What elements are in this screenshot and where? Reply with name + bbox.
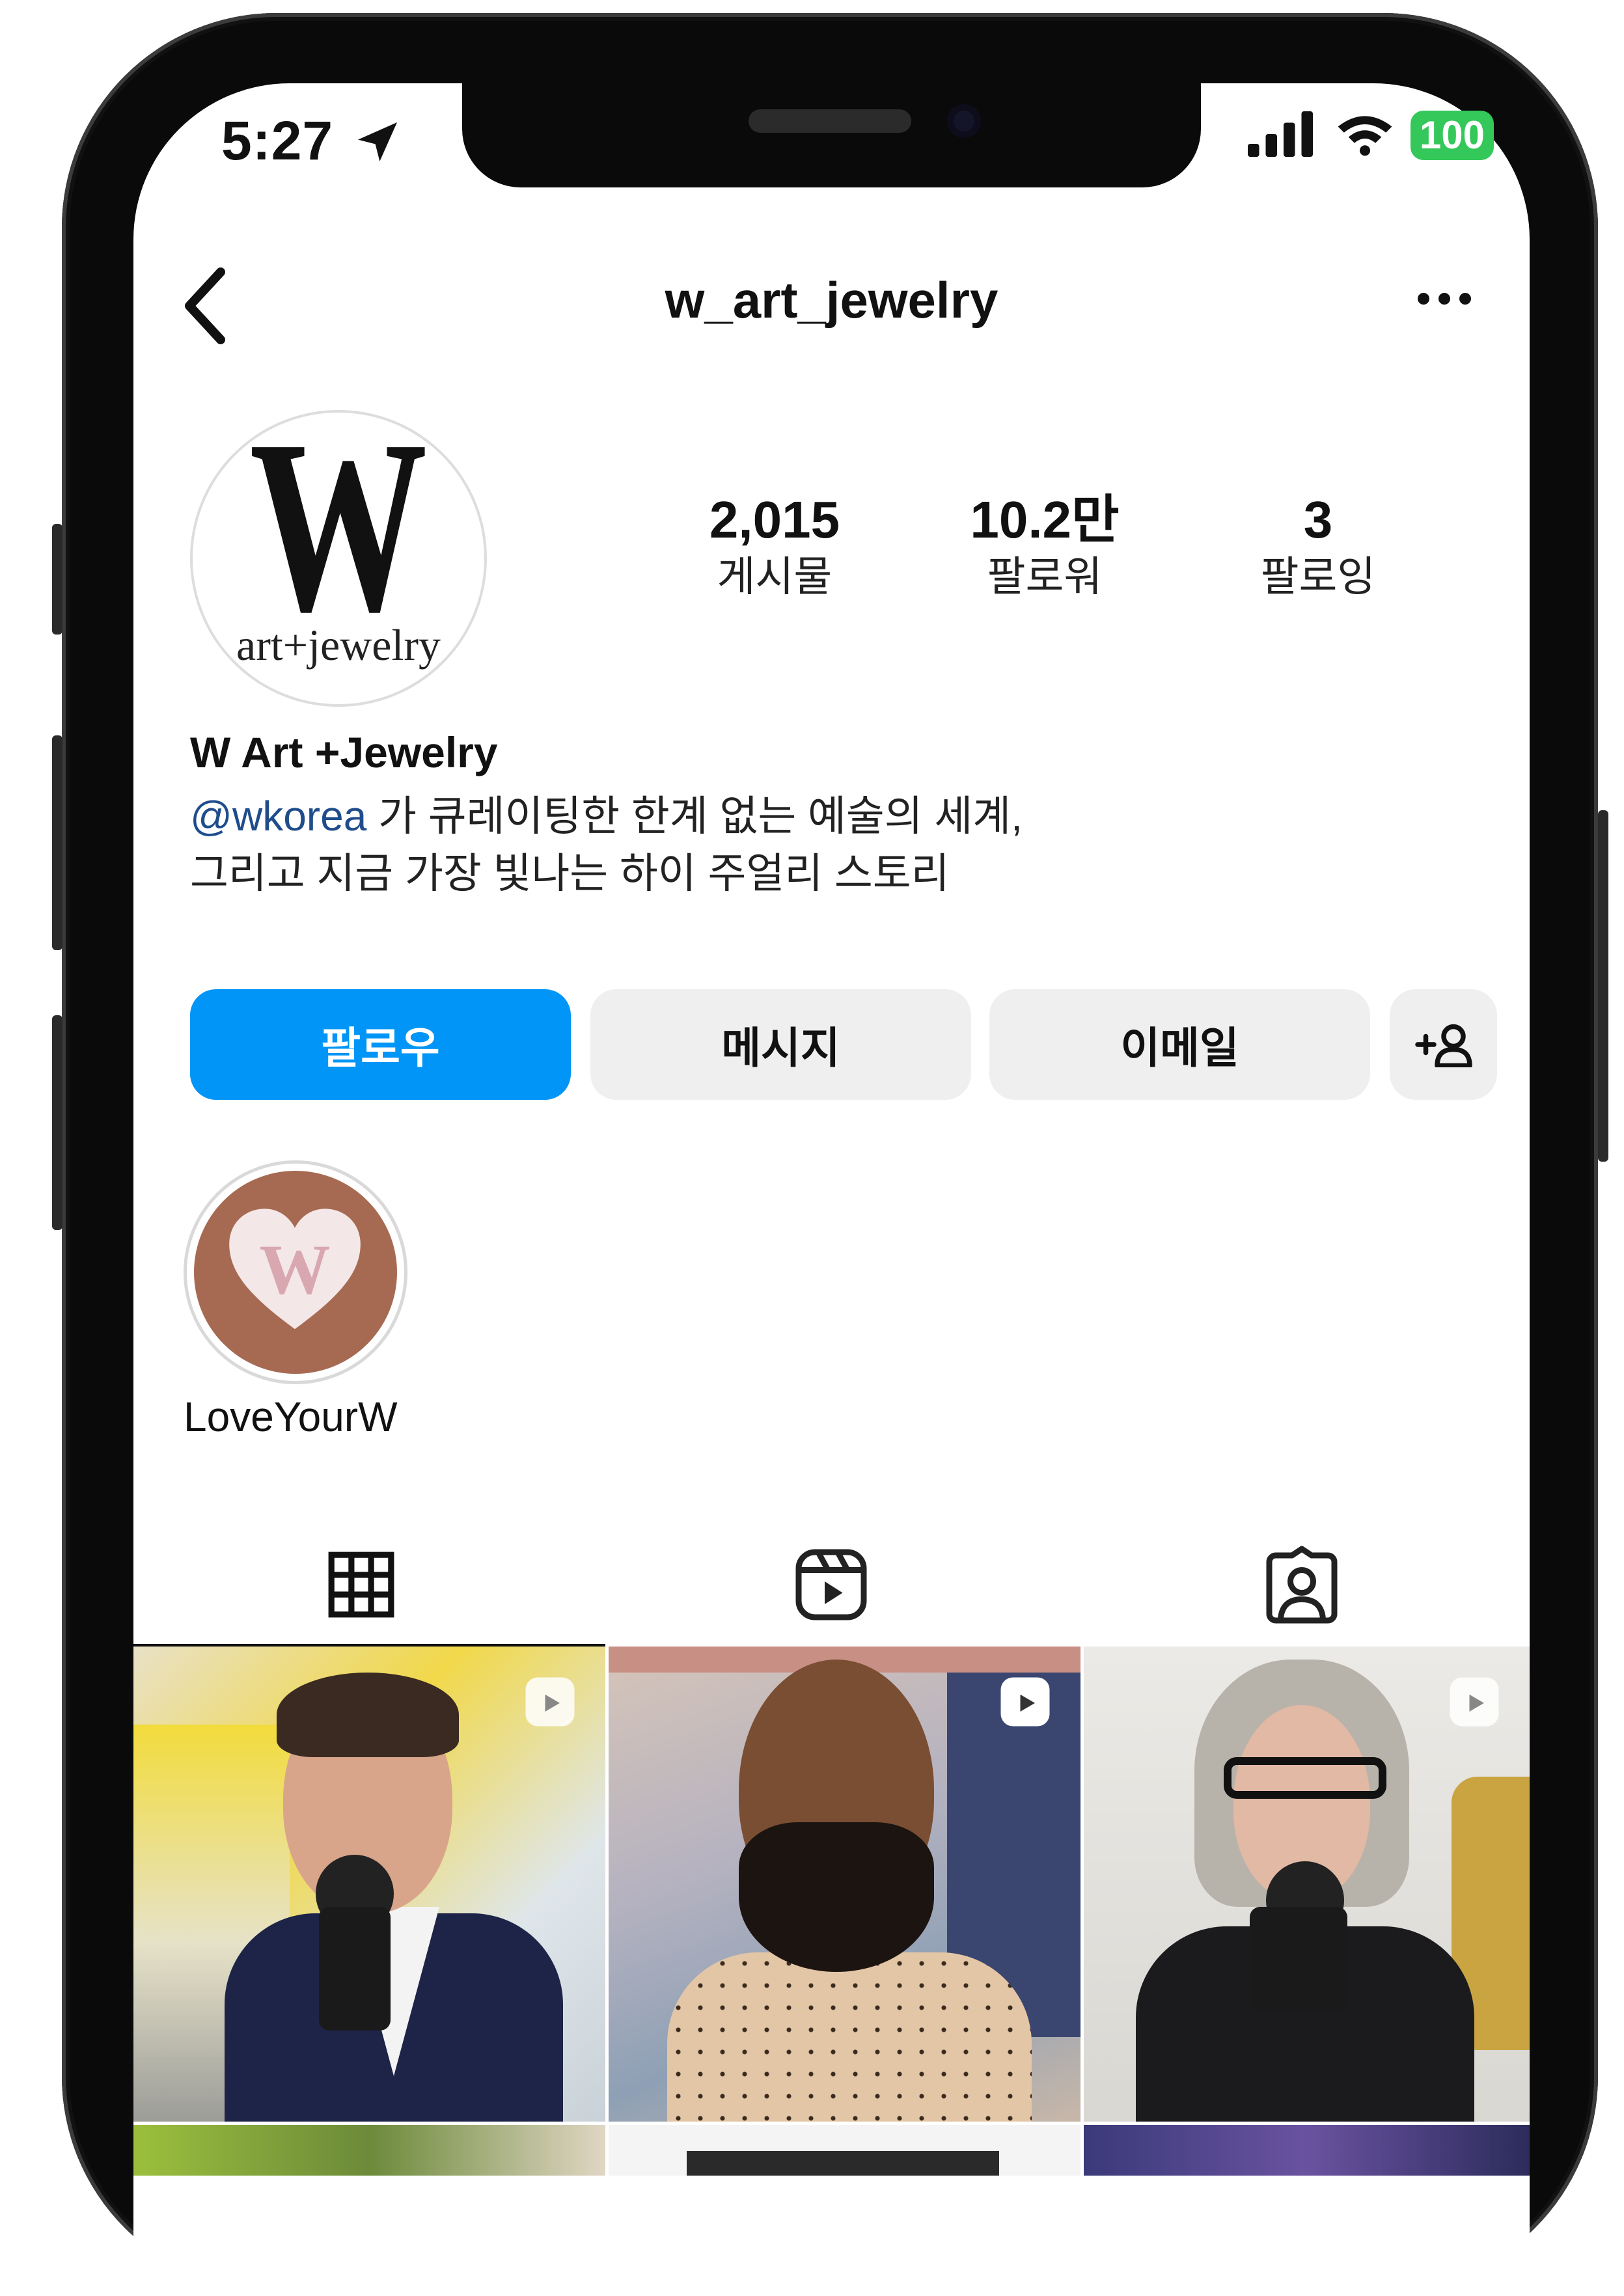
stat-posts-value: 2,015 [709,491,840,549]
reel-badge-icon [1450,1677,1499,1727]
stat-posts-label: 게시물 [717,553,833,600]
front-camera [947,104,981,138]
tab-tagged[interactable] [1074,1536,1530,1633]
profile-avatar[interactable]: W art+jewelry [190,410,487,707]
suggest-people-button[interactable] [1390,989,1497,1100]
notch [462,83,1201,187]
svg-text:W: W [259,1231,330,1309]
stat-posts[interactable]: 2,015 게시물 [677,489,872,603]
cellular-signal-icon [1247,111,1319,160]
reel-badge-icon [525,1677,575,1727]
profile-tabs [133,1523,1530,1647]
profile-bio: @wkorea 가 큐레이팅한 한계 없는 예술의 세계, 그리고 지금 가장 … [190,787,1023,902]
bio-mention-link[interactable]: @wkorea [190,793,366,840]
stat-followers[interactable]: 10.2만 팔로워 [947,489,1142,603]
reels-icon [795,1549,867,1620]
highlight-label: LoveYourW [184,1393,398,1440]
stat-followers-value: 10.2만 [970,491,1120,549]
tagged-icon [1266,1546,1338,1624]
stat-following[interactable]: 3 팔로잉 [1220,489,1416,603]
grid-post-5[interactable] [609,2125,1080,2176]
bio-line-2: 그리고 지금 가장 빛나는 하이 주얼리 스토리 [190,850,950,897]
tab-reels[interactable] [603,1536,1059,1633]
power-button [1598,810,1608,1162]
status-icons: 100 [1247,111,1494,160]
grid-post-4[interactable] [133,2125,605,2176]
speaker-grille [749,109,911,133]
add-person-icon [1414,1024,1472,1067]
post-5-screen [687,2151,999,2176]
stat-followers-label: 팔로워 [987,553,1103,600]
post-1-hair [277,1673,459,1757]
post-2-leopard-shirt [667,1952,1032,2122]
mute-switch [52,524,62,635]
wifi-icon [1335,111,1395,160]
avatar-logo-w: W [249,410,428,663]
reel-badge-icon [1000,1677,1050,1727]
stat-following-label: 팔로잉 [1260,553,1376,600]
grid-post-1[interactable] [133,1647,605,2122]
grid-post-2[interactable] [609,1647,1080,2122]
stat-following-value: 3 [1303,491,1333,549]
grid-icon [328,1551,394,1618]
grid-post-3[interactable] [1084,1647,1530,2122]
email-button[interactable]: 이메일 [989,989,1370,1100]
location-arrow-icon [351,116,404,171]
follow-button[interactable]: 팔로우 [190,989,571,1100]
battery-indicator: 100 [1410,111,1494,160]
profile-display-name: W Art +Jewelry [190,728,498,776]
grid-post-6[interactable] [1084,2125,1530,2176]
post-2-beard [739,1822,934,1972]
message-button[interactable]: 메시지 [590,989,971,1100]
profile-header: w_art_jewelry [133,247,1530,351]
status-time: 5:27 [221,110,334,171]
bio-line-1: 가 큐레이팅한 한계 없는 예술의 세계, [366,793,1023,840]
volume-down-button [52,1015,62,1230]
post-3-glasses [1224,1757,1386,1799]
more-options-icon[interactable] [1418,293,1471,305]
highlight-loveyourw-thumbnail[interactable]: W [194,1171,397,1374]
heart-w-image: W [229,1209,361,1330]
volume-up-button [52,735,62,950]
profile-username: w_art_jewelry [665,271,998,329]
tab-posts-grid[interactable] [133,1536,589,1633]
post-3-microphone [1250,1907,1347,2011]
avatar-logo-subtext: art+jewelry [236,620,441,670]
post-1-microphone [319,1907,391,2030]
